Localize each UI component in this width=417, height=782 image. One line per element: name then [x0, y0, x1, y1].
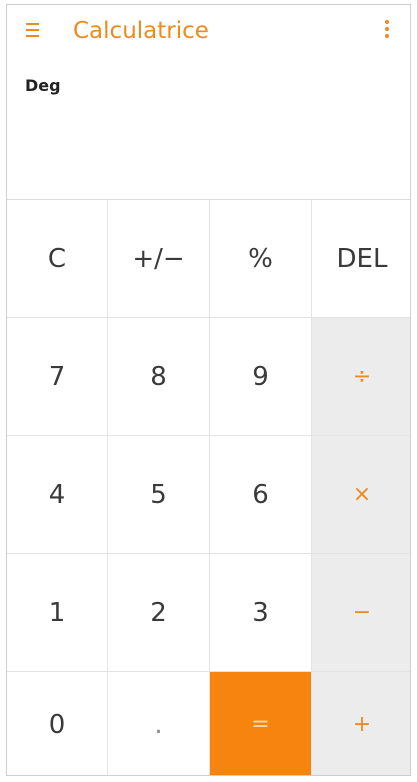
keypad: C +/− % DEL 7 8 9 ÷ 4 5 6 × 1 2 3 − 0 . …: [7, 199, 410, 775]
digit-1-button[interactable]: 1: [7, 554, 108, 672]
app-bar: Calculatrice: [7, 5, 410, 55]
divide-button[interactable]: ÷: [312, 318, 410, 436]
calculator-window: Calculatrice Deg C +/− % DEL 7 8 9 ÷ 4 5…: [6, 4, 411, 776]
clear-button[interactable]: C: [7, 200, 108, 318]
digit-9-button[interactable]: 9: [210, 318, 312, 436]
digit-8-button[interactable]: 8: [108, 318, 210, 436]
decimal-button[interactable]: .: [108, 672, 210, 775]
digit-4-button[interactable]: 4: [7, 436, 108, 554]
app-title: Calculatrice: [73, 18, 209, 44]
digit-6-button[interactable]: 6: [210, 436, 312, 554]
equals-button[interactable]: =: [210, 672, 312, 775]
negate-button[interactable]: +/−: [108, 200, 210, 318]
digit-3-button[interactable]: 3: [210, 554, 312, 672]
hamburger-menu-icon[interactable]: [23, 19, 45, 41]
overflow-menu-icon[interactable]: [379, 19, 395, 45]
multiply-button[interactable]: ×: [312, 436, 410, 554]
digit-2-button[interactable]: 2: [108, 554, 210, 672]
angle-mode-indicator: Deg: [25, 76, 61, 95]
minus-button[interactable]: −: [312, 554, 410, 672]
percent-button[interactable]: %: [210, 200, 312, 318]
plus-button[interactable]: +: [312, 672, 410, 775]
display-area: [7, 55, 410, 199]
delete-button[interactable]: DEL: [312, 200, 410, 318]
digit-7-button[interactable]: 7: [7, 318, 108, 436]
digit-5-button[interactable]: 5: [108, 436, 210, 554]
digit-0-button[interactable]: 0: [7, 672, 108, 775]
